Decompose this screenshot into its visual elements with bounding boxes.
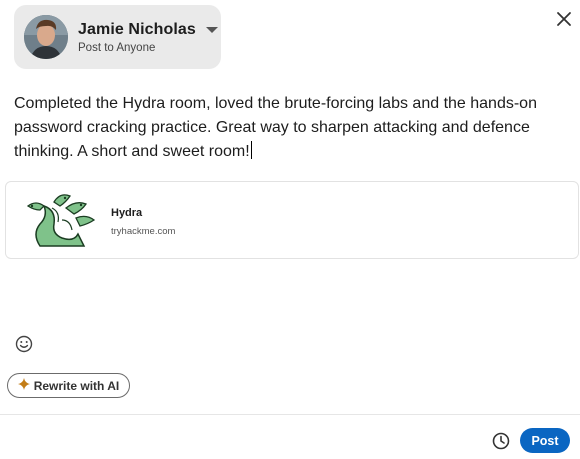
post-editor[interactable]: Completed the Hydra room, loved the brut… [14, 92, 559, 164]
clock-icon[interactable] [490, 430, 512, 452]
caret-down-icon [205, 26, 218, 33]
visibility-label: Post to Anyone [78, 41, 156, 54]
post-button[interactable]: Post [520, 428, 570, 453]
rewrite-label: Rewrite with AI [33, 378, 120, 393]
close-icon[interactable] [552, 7, 576, 31]
sparkle-icon [17, 377, 30, 395]
avatar [24, 15, 68, 59]
link-preview-card[interactable]: Hydra tryhackme.com [5, 181, 579, 259]
author-name: Jamie Nicholas [78, 20, 196, 38]
link-title: Hydra [111, 207, 143, 219]
rewrite-with-ai-button[interactable]: Rewrite with AI [7, 373, 130, 398]
author-selector[interactable]: Jamie Nicholas Post to Anyone [14, 5, 221, 69]
link-domain: tryhackme.com [111, 226, 176, 237]
footer-divider [0, 414, 580, 415]
emoji-icon[interactable] [14, 334, 34, 354]
hydra-logo-thumbnail [22, 190, 102, 250]
post-text: Completed the Hydra room, loved the brut… [14, 95, 537, 160]
text-cursor [250, 141, 252, 159]
